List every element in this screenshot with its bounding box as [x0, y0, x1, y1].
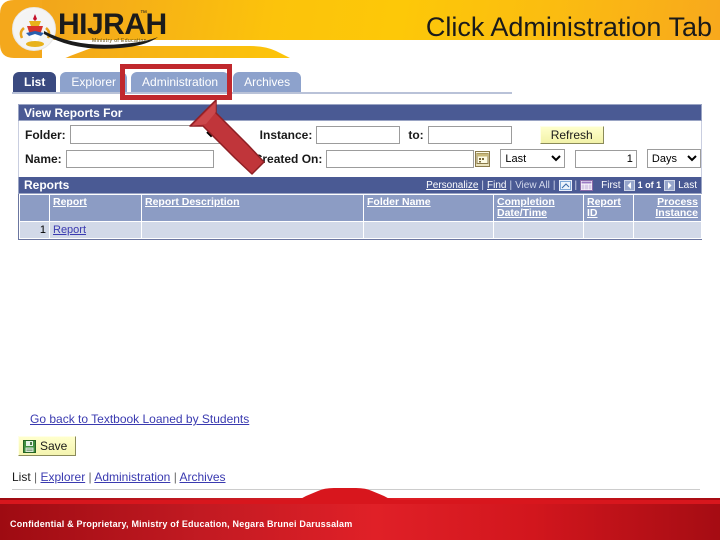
cell-report-description — [141, 221, 364, 239]
column-header-completion-datetime-label: Completion Date/Time — [497, 196, 555, 219]
footer-nav-archives[interactable]: Archives — [180, 470, 226, 484]
column-header-report[interactable]: Report — [49, 194, 142, 222]
table-row: 1 Report — [19, 221, 702, 239]
footer-sep-3: | — [173, 470, 177, 484]
pager-first[interactable]: First — [601, 180, 620, 191]
instance-label: Instance: — [259, 127, 313, 142]
column-header-process-instance[interactable]: Process Instance — [633, 194, 702, 222]
reports-grid-header: Reports Personalize | Find | View All | — [18, 177, 702, 194]
logo-trademark: ™ — [140, 10, 147, 17]
logo-wordmark: HIJRAH — [58, 8, 167, 41]
row-number: 1 — [19, 221, 50, 239]
footer-nav-explorer[interactable]: Explorer — [41, 470, 86, 484]
tab-bar-underline — [12, 92, 512, 94]
filter-form: Folder: Instance: to: Refresh Name: Crea… — [18, 121, 702, 177]
logo-tagline: Ministry of Education — [92, 38, 147, 44]
instance-to-input[interactable] — [427, 125, 512, 144]
reports-table-wrapper: Report Report Description Folder Name Co… — [18, 194, 702, 240]
column-header-report-description[interactable]: Report Description — [141, 194, 364, 222]
footer-nav-administration[interactable]: Administration — [94, 470, 170, 484]
confidential-notice: Confidential & Proprietary, Ministry of … — [10, 519, 353, 529]
slide-title: Click Administration Tab — [425, 12, 712, 42]
filter-row-1: Folder: Instance: to: Refresh — [19, 124, 701, 145]
footer-sep-1: | — [34, 470, 38, 484]
report-link[interactable]: Report — [53, 224, 86, 236]
slide-root: HIJRAH ™ Ministry of Education Click Adm… — [0, 0, 720, 540]
grid-toolbar: Personalize | Find | View All | | — [426, 179, 594, 191]
tab-explorer[interactable]: Explorer — [59, 71, 129, 93]
created-on-label: Created On: — [253, 151, 323, 166]
pager-count: 1 of 1 — [637, 180, 662, 190]
floppy-disk-icon — [23, 439, 36, 453]
column-header-report-description-label: Report Description — [145, 196, 240, 208]
tool-sep-1: | — [481, 179, 484, 191]
column-header-folder-name[interactable]: Folder Name — [363, 194, 494, 222]
next-page-icon[interactable] — [664, 179, 676, 191]
hijrah-logo: HIJRAH ™ Ministry of Education — [6, 2, 167, 56]
reports-title: Reports — [24, 178, 70, 192]
personalize-link[interactable]: Personalize — [426, 180, 478, 191]
tab-administration[interactable]: Administration — [130, 71, 231, 93]
export-to-excel-icon[interactable] — [558, 179, 572, 191]
pager-last[interactable]: Last — [678, 180, 697, 191]
tool-sep-4: | — [574, 179, 578, 191]
tab-list[interactable]: List — [12, 71, 58, 93]
column-header-completion-datetime[interactable]: Completion Date/Time — [493, 194, 584, 222]
save-button[interactable]: Save — [18, 436, 77, 456]
calendar-icon[interactable] — [475, 150, 491, 167]
reports-table: Report Report Description Folder Name Co… — [19, 194, 702, 239]
tool-sep-2: | — [509, 179, 513, 191]
column-header-report-id-label: Report ID — [587, 196, 621, 219]
view-reports-for-header: View Reports For — [18, 104, 702, 121]
footer-sep-2: | — [88, 470, 92, 484]
refresh-button[interactable]: Refresh — [539, 125, 604, 144]
view-all-link[interactable]: View All — [515, 180, 550, 191]
column-header-report-label: Report — [53, 196, 87, 208]
column-header-report-id[interactable]: Report ID — [583, 194, 634, 222]
footer-divider — [12, 489, 700, 490]
footer-nav: List | Explorer | Administration | Archi… — [12, 470, 226, 484]
to-label: to: — [408, 127, 424, 142]
cell-report: Report — [49, 221, 142, 239]
table-header-row: Report Report Description Folder Name Co… — [19, 194, 702, 222]
column-header-folder-name-label: Folder Name — [367, 196, 431, 208]
cell-folder-name — [363, 221, 494, 239]
tab-bar: List Explorer Administration Archives — [12, 70, 304, 93]
folder-label: Folder: — [25, 127, 66, 142]
go-back-link[interactable]: Go back to Textbook Loaned by Students — [30, 412, 249, 426]
instance-from-input[interactable] — [316, 125, 401, 144]
tool-sep-3: | — [552, 179, 556, 191]
footer-nav-list: List — [12, 470, 31, 484]
name-label: Name: — [25, 151, 62, 166]
cell-report-id — [583, 221, 634, 239]
last-select[interactable]: Last — [500, 149, 565, 168]
previous-page-icon[interactable] — [623, 179, 635, 191]
unit-select[interactable]: Days — [646, 149, 701, 168]
filter-row-2: Name: Created On: Last 1 Days — [19, 148, 701, 169]
save-button-label: Save — [40, 439, 68, 453]
cell-process-instance — [633, 221, 702, 239]
tab-archives[interactable]: Archives — [232, 71, 303, 93]
quantity-input[interactable] — [574, 149, 637, 168]
grid-view-icon[interactable] — [580, 179, 594, 191]
reports-panel: View Reports For Folder: Instance: to: R… — [18, 104, 702, 240]
name-input[interactable] — [65, 149, 214, 168]
folder-select[interactable] — [69, 125, 220, 144]
column-header-rownum — [19, 194, 50, 222]
cell-completion-datetime — [493, 221, 584, 239]
column-header-process-instance-label: Process Instance — [655, 196, 698, 219]
created-on-input[interactable] — [326, 149, 475, 168]
grid-pager: First 1 of 1 Last — [601, 179, 697, 191]
find-link[interactable]: Find — [487, 180, 506, 191]
